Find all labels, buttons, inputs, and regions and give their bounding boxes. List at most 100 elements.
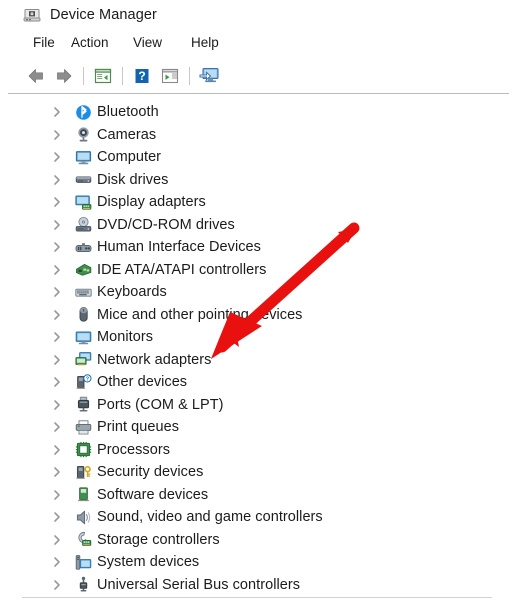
- chevron-right-icon[interactable]: [50, 533, 64, 547]
- tree-item-label: Print queues: [97, 419, 180, 436]
- title-bar: Device Manager: [0, 0, 517, 30]
- tree-item-label: Human Interface Devices: [97, 239, 261, 256]
- properties-icon[interactable]: [89, 63, 117, 89]
- chevron-right-icon[interactable]: [50, 128, 64, 142]
- tree-item-sound-video-and-game-controllers[interactable]: Sound, video and game controllers: [0, 506, 517, 529]
- menu-item-action[interactable]: Action: [68, 33, 112, 52]
- network-adapter-icon: [74, 351, 92, 369]
- chevron-right-icon[interactable]: [50, 398, 64, 412]
- unknown-device-icon: ?: [74, 373, 92, 391]
- chevron-right-icon[interactable]: [50, 218, 64, 232]
- chevron-right-icon[interactable]: [50, 488, 64, 502]
- chevron-right-icon[interactable]: [50, 330, 64, 344]
- display-adapter-icon: [74, 193, 92, 211]
- tree-item-other-devices[interactable]: ? Other devices: [0, 371, 517, 394]
- system-device-icon: [74, 553, 92, 571]
- chevron-right-icon[interactable]: [50, 420, 64, 434]
- hid-icon: [74, 238, 92, 256]
- chevron-right-icon[interactable]: [50, 150, 64, 164]
- tree-item-label: System devices: [97, 554, 200, 571]
- tree-item-label: Mice and other pointing devices: [97, 306, 303, 323]
- chevron-right-icon[interactable]: [50, 353, 64, 367]
- chevron-right-icon[interactable]: [50, 240, 64, 254]
- tree-item-keyboards[interactable]: Keyboards: [0, 281, 517, 304]
- svg-text:?: ?: [85, 376, 88, 382]
- usb-controller-icon: [74, 576, 92, 594]
- forward-arrow-icon[interactable]: [50, 63, 78, 89]
- tree-item-universal-serial-bus-controllers[interactable]: Universal Serial Bus controllers: [0, 574, 517, 597]
- tree-item-label: Ports (COM & LPT): [97, 396, 224, 413]
- tree-item-computer[interactable]: Computer: [0, 146, 517, 169]
- tree-item-label: Bluetooth: [97, 104, 159, 121]
- tree-item-label: Software devices: [97, 486, 209, 503]
- mouse-icon: [74, 306, 92, 324]
- tree-item-label: Monitors: [97, 329, 153, 346]
- tree-item-label: Network adapters: [97, 351, 212, 368]
- menu-item-help[interactable]: Help: [188, 33, 222, 52]
- bluetooth-icon: [74, 103, 92, 121]
- dvd-drive-icon: [74, 216, 92, 234]
- scan-hardware-icon[interactable]: [156, 63, 184, 89]
- tree-item-label: Storage controllers: [97, 531, 220, 548]
- tree-item-human-interface-devices[interactable]: Human Interface Devices: [0, 236, 517, 259]
- tree-item-label: Sound, video and game controllers: [97, 509, 323, 526]
- tree-item-network-adapters[interactable]: Network adapters: [0, 349, 517, 372]
- tree-item-monitors[interactable]: Monitors: [0, 326, 517, 349]
- chevron-right-icon[interactable]: [50, 375, 64, 389]
- tree-item-cameras[interactable]: Cameras: [0, 124, 517, 147]
- toolbar: ?: [0, 60, 517, 92]
- tree-item-label: IDE ATA/ATAPI controllers: [97, 261, 267, 278]
- device-tree[interactable]: Bluetooth Cameras Computer Disk drives D…: [0, 101, 517, 593]
- chevron-right-icon[interactable]: [50, 263, 64, 277]
- window-title: Device Manager: [50, 7, 157, 23]
- tree-item-label: Computer: [97, 149, 162, 166]
- tree-item-software-devices[interactable]: Software devices: [0, 484, 517, 507]
- update-driver-icon[interactable]: [195, 63, 223, 89]
- tree-item-display-adapters[interactable]: Display adapters: [0, 191, 517, 214]
- tree-item-print-queues[interactable]: Print queues: [0, 416, 517, 439]
- toolbar-divider: [8, 93, 509, 94]
- chevron-right-icon[interactable]: [50, 195, 64, 209]
- chevron-right-icon[interactable]: [50, 105, 64, 119]
- tree-item-storage-controllers[interactable]: Storage controllers: [0, 529, 517, 552]
- svg-text:?: ?: [138, 69, 145, 83]
- tree-item-label: Other devices: [97, 374, 188, 391]
- computer-icon: [74, 148, 92, 166]
- tree-item-ports-com-lpt[interactable]: Ports (COM & LPT): [0, 394, 517, 417]
- processor-icon: [74, 441, 92, 459]
- chevron-right-icon[interactable]: [50, 308, 64, 322]
- menu-item-file[interactable]: File: [30, 33, 58, 52]
- tree-item-label: Security devices: [97, 464, 204, 481]
- tree-item-label: Processors: [97, 441, 171, 458]
- tree-item-disk-drives[interactable]: Disk drives: [0, 169, 517, 192]
- tree-item-security-devices[interactable]: Security devices: [0, 461, 517, 484]
- printer-icon: [74, 418, 92, 436]
- chevron-right-icon[interactable]: [50, 443, 64, 457]
- monitor-icon: [74, 328, 92, 346]
- help-icon[interactable]: ?: [128, 63, 156, 89]
- disk-drive-icon: [74, 171, 92, 189]
- toolbar-separator: [122, 67, 123, 85]
- tree-item-label: DVD/CD-ROM drives: [97, 216, 235, 233]
- tree-item-label: Keyboards: [97, 284, 167, 301]
- tree-item-processors[interactable]: Processors: [0, 439, 517, 462]
- tree-item-bluetooth[interactable]: Bluetooth: [0, 101, 517, 124]
- back-arrow-icon[interactable]: [22, 63, 50, 89]
- security-device-icon: [74, 463, 92, 481]
- chevron-right-icon[interactable]: [50, 465, 64, 479]
- chevron-right-icon[interactable]: [50, 510, 64, 524]
- menu-bar: File Action View Help: [0, 33, 517, 57]
- tree-item-label: Display adapters: [97, 194, 206, 211]
- tree-item-system-devices[interactable]: System devices: [0, 551, 517, 574]
- keyboard-icon: [74, 283, 92, 301]
- menu-item-view[interactable]: View: [130, 33, 165, 52]
- tree-item-label: Universal Serial Bus controllers: [97, 576, 301, 593]
- bottom-divider: [22, 597, 492, 598]
- chevron-right-icon[interactable]: [50, 173, 64, 187]
- tree-item-mice-and-other-pointing-devices[interactable]: Mice and other pointing devices: [0, 304, 517, 327]
- tree-item-dvd-cdrom-drives[interactable]: DVD/CD-ROM drives: [0, 214, 517, 237]
- chevron-right-icon[interactable]: [50, 285, 64, 299]
- chevron-right-icon[interactable]: [50, 578, 64, 592]
- tree-item-ide-ata-atapi-controllers[interactable]: IDE ATA/ATAPI controllers: [0, 259, 517, 282]
- chevron-right-icon[interactable]: [50, 555, 64, 569]
